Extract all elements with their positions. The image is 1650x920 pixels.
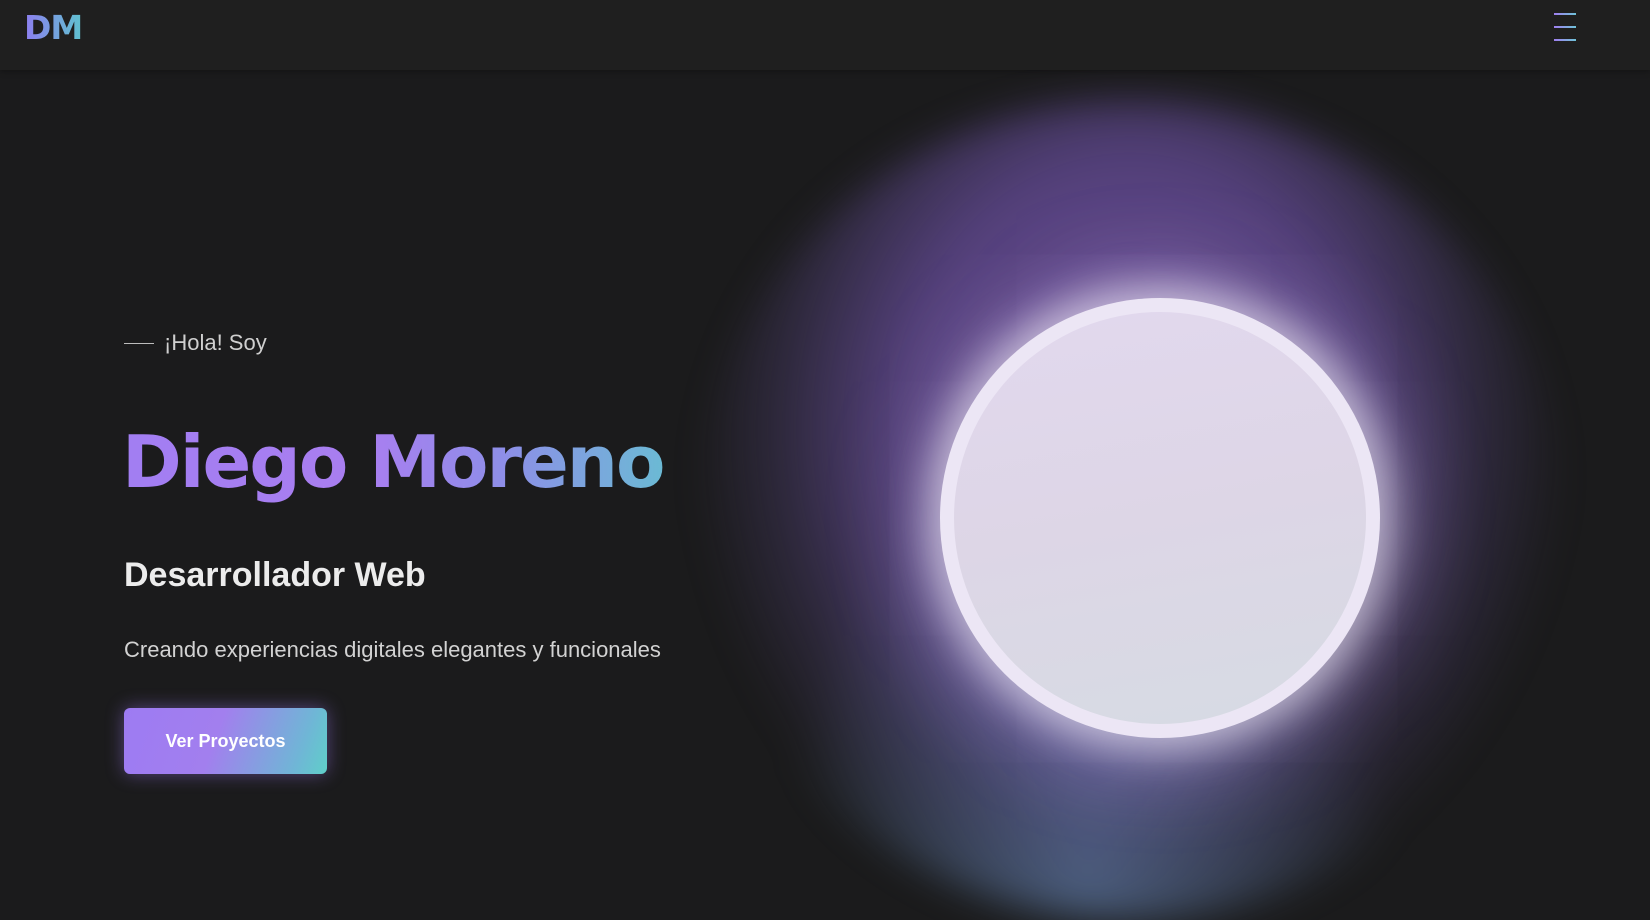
view-projects-button[interactable]: Ver Proyectos — [124, 708, 327, 774]
menu-bar-top — [1554, 13, 1576, 15]
greeting-text: ¡Hola! Soy — [164, 330, 267, 355]
greeting: ¡Hola! Soy — [124, 330, 267, 356]
greeting-divider — [124, 342, 154, 344]
menu-bar-middle — [1554, 26, 1576, 28]
navbar: DM — [0, 0, 1650, 70]
profile-image-circle — [940, 298, 1380, 738]
hero-tagline: Creando experiencias digitales elegantes… — [124, 637, 661, 662]
hero-role: Desarrollador Web — [124, 556, 426, 594]
profile-image-placeholder — [954, 312, 1366, 724]
hamburger-menu-icon[interactable] — [1550, 10, 1580, 44]
site-logo[interactable]: DM — [24, 8, 83, 47]
menu-bar-bottom — [1554, 39, 1576, 41]
hero-name: Diego Moreno — [122, 420, 666, 504]
